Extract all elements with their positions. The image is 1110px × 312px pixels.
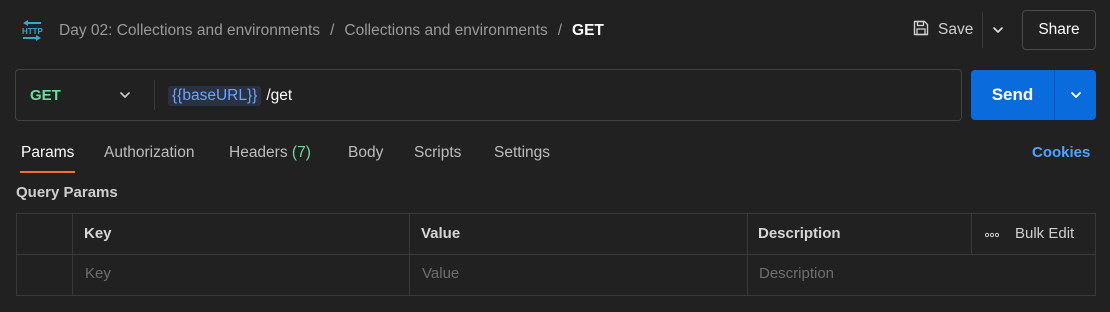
url-input[interactable]: {{baseURL}} /get (168, 84, 292, 108)
method-label: GET (30, 86, 61, 104)
tab-authorization[interactable]: Authorization (104, 144, 194, 170)
divider (982, 12, 983, 48)
save-icon (912, 19, 930, 42)
more-options-icon (984, 225, 1000, 242)
description-input[interactable]: Description (759, 265, 834, 282)
breadcrumb-item-collection[interactable]: Day 02: Collections and environments (59, 22, 320, 40)
column-header-value: Value (421, 225, 461, 242)
svg-text:HTTP: HTTP (22, 27, 44, 36)
query-params-title: Query Params (16, 184, 118, 201)
url-variable[interactable]: {{baseURL}} (168, 86, 262, 106)
bulk-edit-label: Bulk Edit (1015, 225, 1075, 242)
http-request-icon: HTTP (20, 19, 44, 41)
save-button[interactable]: Save (904, 12, 980, 48)
tab-headers[interactable]: Headers (7) (229, 144, 311, 170)
tab-settings[interactable]: Settings (494, 144, 550, 170)
cookies-link[interactable]: Cookies (1032, 144, 1090, 161)
headers-count-badge: (7) (291, 144, 311, 161)
breadcrumb-item-folder[interactable]: Collections and environments (344, 22, 547, 40)
url-path: /get (266, 87, 293, 104)
breadcrumb-separator: / (330, 22, 335, 39)
breadcrumb-separator: / (557, 22, 563, 39)
divider (154, 80, 155, 110)
send-options-button[interactable] (1055, 70, 1096, 120)
column-divider (971, 213, 972, 254)
tab-headers-label: Headers (229, 144, 288, 161)
tab-scripts[interactable]: Scripts (414, 144, 461, 170)
request-bar (15, 69, 962, 121)
method-select[interactable]: GET (16, 70, 154, 120)
column-header-description: Description (758, 225, 841, 242)
key-input[interactable]: Key (85, 265, 111, 282)
tab-params[interactable]: Params (21, 144, 74, 170)
bulk-edit-button[interactable]: Bulk Edit (984, 225, 1075, 242)
breadcrumb: Day 02: Collections and environments / C… (59, 20, 604, 42)
column-header-key: Key (84, 225, 112, 242)
tab-body[interactable]: Body (348, 144, 383, 170)
value-input[interactable]: Value (422, 265, 459, 282)
save-label: Save (938, 21, 974, 38)
save-options-button[interactable] (984, 12, 1012, 48)
row-divider (16, 254, 1096, 255)
share-button[interactable]: Share (1022, 10, 1096, 50)
send-button[interactable]: Send (971, 70, 1054, 120)
chevron-down-icon (118, 88, 132, 102)
chevron-down-icon (993, 27, 1003, 33)
active-tab-indicator (20, 171, 75, 173)
chevron-down-icon (1070, 92, 1081, 98)
request-name[interactable]: GET (572, 22, 604, 40)
